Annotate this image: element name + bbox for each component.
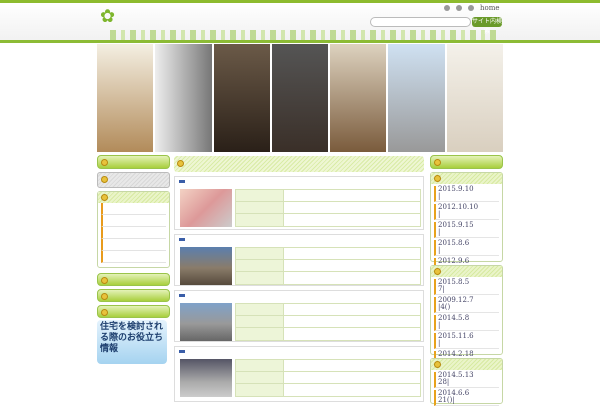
menu-item[interactable]	[101, 227, 166, 239]
news-text: |	[438, 228, 441, 236]
photo-interior	[271, 44, 329, 152]
header-divider	[0, 40, 600, 43]
property-photo[interactable]	[180, 359, 232, 397]
news-date: 2015.8.5	[438, 278, 470, 286]
news-item[interactable]: 2012.10.10 |	[434, 204, 499, 220]
left-green-button[interactable]	[97, 273, 170, 286]
link-bullet-icon[interactable]	[444, 5, 450, 11]
news-item[interactable]: 2015.8.6 |	[434, 240, 499, 256]
news-item[interactable]: 2009.12.7 |4()	[434, 297, 499, 313]
news-item[interactable]: 2014.5.13 28|	[434, 372, 499, 388]
bullet-icon	[101, 176, 108, 183]
bullet-icon	[101, 277, 108, 284]
flag-icon	[179, 238, 185, 241]
news-text: |	[438, 246, 441, 254]
news-box-2: 2015.8.5 7| 2009.12.7 |4() 2014.5.8 | 2015.…	[430, 265, 503, 367]
search-button[interactable]: サイト内検索	[472, 17, 502, 35]
left-menu-button[interactable]	[97, 155, 170, 169]
photo-dining	[213, 44, 270, 152]
search-input[interactable]	[370, 17, 471, 27]
flag-icon	[179, 294, 185, 297]
news-item[interactable]: 2014.5.8 |	[434, 315, 499, 331]
photo-exterior	[155, 44, 212, 152]
property-table	[235, 247, 421, 285]
news-box-1: 2015.9.10 | 2012.10.10 | 2015.9.15 | 2015.8…	[430, 172, 503, 274]
news-date: 2015.8.6	[438, 239, 470, 247]
menu-item[interactable]	[101, 215, 166, 227]
news-text: |	[438, 339, 441, 347]
news-item[interactable]: 2015.9.15 |	[434, 222, 499, 238]
property-listing[interactable]	[174, 346, 424, 402]
home-link[interactable]: home	[480, 4, 500, 12]
property-table	[235, 359, 421, 397]
bullet-icon	[101, 159, 108, 166]
news-item[interactable]: 2015.11.6 |	[434, 333, 499, 349]
right-menu-button[interactable]	[430, 155, 503, 169]
news-item[interactable]: 2015.8.5 7|	[434, 279, 499, 295]
news-date: 2012.9.6	[438, 257, 470, 265]
news-date: 2015.9.10	[438, 185, 474, 193]
bullet-icon	[434, 268, 441, 275]
news-box-3: 2014.5.13 28| 2014.6.6 21()|	[430, 358, 503, 406]
news-date: 2015.9.15	[438, 221, 474, 229]
property-listing[interactable]	[174, 176, 424, 230]
property-table	[235, 303, 421, 341]
property-photo[interactable]	[180, 303, 232, 341]
flag-icon	[179, 350, 185, 353]
bullet-icon	[434, 175, 441, 182]
photo-kitchen	[330, 44, 387, 152]
link-bullet-icon[interactable]	[456, 5, 462, 11]
menu-item[interactable]	[101, 203, 166, 215]
hero-photo-strip	[97, 44, 503, 152]
left-menu-box	[97, 191, 170, 268]
property-photo[interactable]	[180, 247, 232, 285]
photo-living	[97, 44, 154, 152]
menu-item[interactable]	[101, 239, 166, 251]
property-table	[235, 189, 421, 227]
news-date: 2015.11.6	[438, 332, 474, 340]
logo-leaf-icon[interactable]: ✿	[100, 6, 115, 27]
bullet-icon	[434, 159, 441, 166]
news-text: |4()	[438, 303, 451, 311]
left-green-button[interactable]	[97, 305, 170, 318]
news-date: 2014.5.8	[438, 314, 470, 322]
property-listing[interactable]	[174, 234, 424, 286]
area-map-image[interactable]	[180, 189, 232, 227]
news-text: 7|	[438, 285, 445, 293]
main-section-header	[174, 156, 424, 172]
left-gray-button[interactable]	[97, 172, 170, 188]
bullet-icon	[101, 194, 108, 201]
news-text: 28|	[438, 378, 450, 386]
left-green-button[interactable]	[97, 289, 170, 302]
news-item[interactable]: 2015.9.10 |	[434, 186, 499, 202]
info-banner[interactable]: 住宅を検討される際のお役立ち情報	[97, 320, 167, 364]
news-item[interactable]: 2014.6.6 21()|	[434, 390, 499, 406]
news-date: 2012.10.10	[438, 203, 479, 211]
property-listing[interactable]	[174, 290, 424, 342]
news-text: 21()|	[438, 396, 455, 404]
link-bullet-icon[interactable]	[468, 5, 474, 11]
photo-garage	[388, 44, 445, 152]
skyline-decoration	[110, 30, 500, 40]
bullet-icon	[434, 361, 441, 368]
news-text: |	[438, 321, 441, 329]
top-links: home	[444, 4, 500, 12]
news-text: |	[438, 210, 441, 218]
bullet-icon	[101, 293, 108, 300]
photo-room	[446, 44, 503, 152]
news-date: 2014.2.18	[438, 350, 474, 358]
bullet-icon	[177, 160, 184, 167]
news-text: |	[438, 192, 441, 200]
menu-item[interactable]	[101, 251, 166, 263]
flag-icon	[179, 180, 185, 183]
bullet-icon	[101, 309, 108, 316]
